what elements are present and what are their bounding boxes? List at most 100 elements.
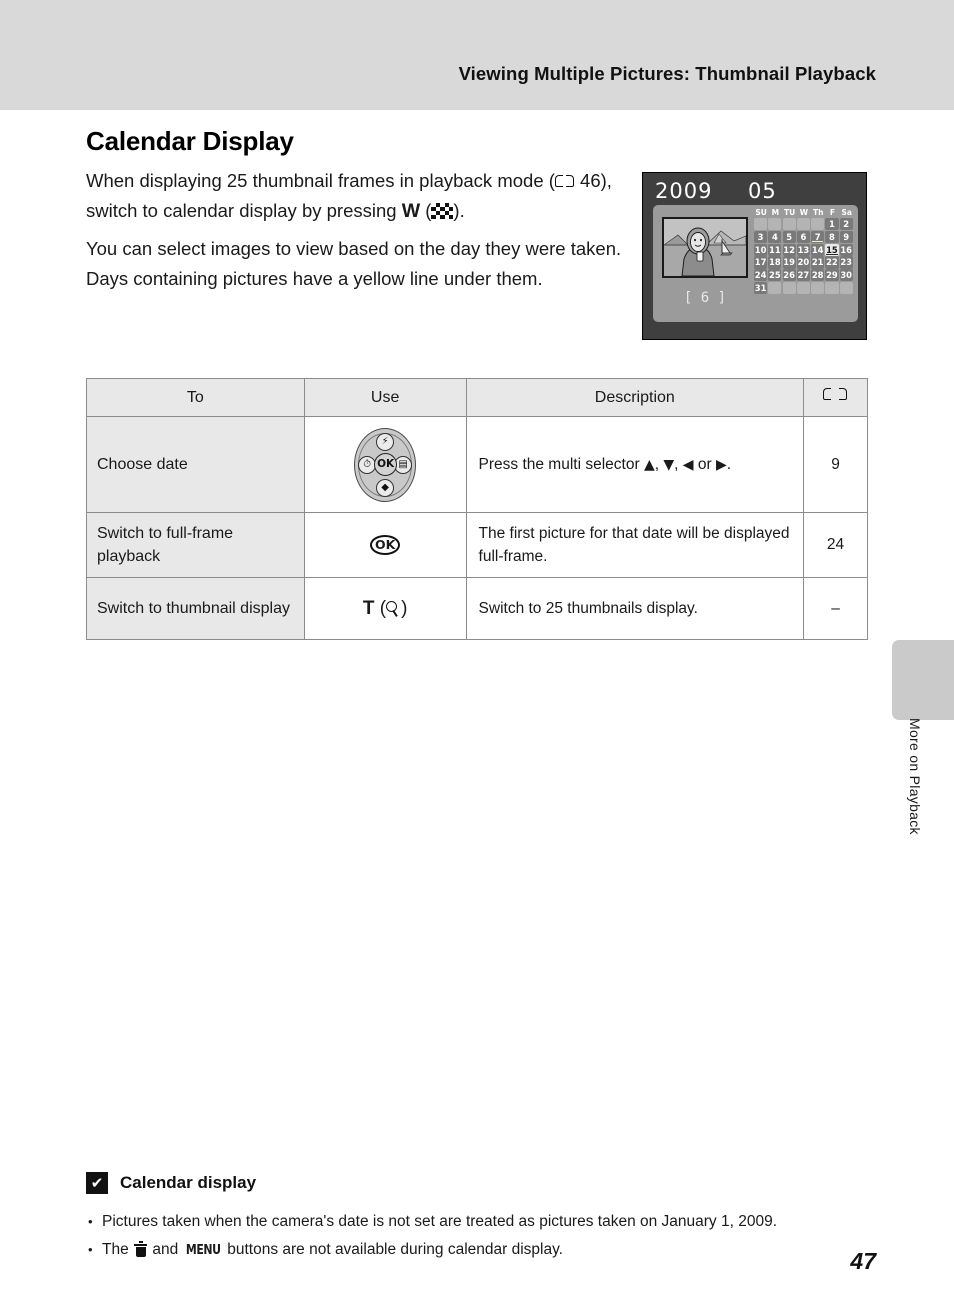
calendar-day-28[interactable]: 28 [811, 269, 825, 282]
calendar-day-empty [768, 218, 782, 231]
calendar-day-empty [754, 218, 768, 231]
row-thumbnail-control[interactable]: T () [303, 577, 467, 640]
ok-button-icon[interactable]: OK [374, 452, 398, 476]
calendar-day-16[interactable]: 16 [839, 243, 853, 256]
calendar-day-empty [782, 281, 796, 295]
calendar-day-31[interactable]: 31 [754, 281, 768, 295]
paren-close: ) [401, 597, 408, 619]
note-bullet-2: The and MENU buttons are not available d… [86, 1236, 876, 1264]
calendar-day-17[interactable]: 17 [754, 256, 768, 269]
calendar-day-10[interactable]: 10 [754, 243, 768, 256]
section-tab-label: More on Playback [907, 718, 923, 835]
calendar-day-empty [825, 281, 839, 295]
calendar-day-12[interactable]: 12 [782, 243, 796, 256]
calendar-day-29[interactable]: 29 [825, 269, 839, 282]
table-row: Switch to thumbnail display T () Switch … [86, 577, 868, 640]
calendar-day-14[interactable]: 14 [811, 243, 825, 256]
table-header-description: Description [465, 378, 805, 417]
dow-tu: TU [784, 208, 796, 217]
bullet2-and: and [148, 1241, 183, 1258]
calendar-day-11[interactable]: 11 [768, 243, 782, 256]
flash-button-icon[interactable]: ⚡ [376, 432, 395, 451]
row-thumbnail-reference: – [803, 577, 868, 640]
intro-p1-end: ). [453, 200, 465, 221]
row-choose-date-description: Press the multi selector ▲, ▼, ◀ or ▶. [465, 416, 805, 513]
calendar-day-empty [796, 218, 810, 231]
delete-trash-icon [134, 1241, 148, 1257]
calendar-day-8[interactable]: 8 [825, 230, 839, 243]
dow-sa: Sa [841, 208, 852, 217]
calendar-week-row: 10 11 12 13 14 15 16 [754, 243, 854, 256]
calendar-week-row: 12 [754, 218, 854, 231]
calendar-day-7[interactable]: 7 [811, 230, 825, 243]
calendar-day-23[interactable]: 23 [839, 256, 853, 269]
page-header-band: Viewing Multiple Pictures: Thumbnail Pla… [0, 0, 954, 110]
table-header-use: Use [303, 378, 467, 417]
calendar-day-30[interactable]: 30 [839, 269, 853, 282]
calendar-day-2[interactable]: 2 [839, 218, 853, 231]
calendar-day-20[interactable]: 20 [796, 256, 810, 269]
calendar-day-3[interactable]: 3 [754, 230, 768, 243]
calendar-day-22[interactable]: 22 [825, 256, 839, 269]
calendar-day-empty [796, 281, 810, 295]
page-title: Calendar Display [86, 126, 294, 156]
calendar-day-empty [782, 218, 796, 231]
row-choose-date-reference: 9 [803, 416, 868, 513]
ok-button-icon[interactable]: OK [369, 535, 401, 555]
calendar-day-26[interactable]: 26 [782, 269, 796, 282]
note-block: ✔ Calendar display Pictures taken when t… [86, 1172, 876, 1264]
calendar-day-21[interactable]: 21 [811, 256, 825, 269]
calendar-day-25[interactable]: 25 [768, 269, 782, 282]
arrow-down-icon: ▼ [663, 456, 675, 473]
table-row: Switch to full-frame playback OK The fir… [86, 512, 868, 578]
thumbnail-checkerboard-icon [431, 203, 454, 219]
intro-text-block: When displaying 25 thumbnail frames in p… [86, 166, 631, 298]
note-title: Calendar display [120, 1173, 257, 1192]
table-header-to: To [86, 378, 305, 417]
thumbnail-photo-artwork [664, 219, 746, 276]
row-choose-date-control[interactable]: ⚡ ⏱ ▤ ◆ OK [303, 416, 467, 513]
row-thumbnail-description: Switch to 25 thumbnails display. [465, 577, 805, 640]
dow-f: F [829, 208, 836, 217]
intro-paragraph-1: When displaying 25 thumbnail frames in p… [86, 170, 612, 222]
calendar-day-6[interactable]: 6 [796, 230, 810, 243]
calendar-year: 2009 [655, 179, 713, 203]
table-header-row: To Use Description [86, 378, 868, 417]
calendar-day-empty [768, 281, 782, 295]
row-full-frame-label: Switch to full-frame playback [86, 512, 305, 578]
intro-w-button-label: W [401, 200, 421, 222]
macro-button-icon[interactable]: ◆ [376, 478, 395, 497]
calendar-day-18[interactable]: 18 [768, 256, 782, 269]
calendar-month: 05 [748, 179, 777, 203]
camera-monitor-illustration: 2009 05 [ 6 ] SU M TU W Th F Sa 1 2 3 4 … [642, 172, 867, 340]
calendar-day-empty [839, 281, 853, 295]
table-row: Choose date ⚡ ⏱ ▤ ◆ OK Press the multi s… [86, 416, 868, 513]
caution-check-icon: ✔ [86, 1172, 108, 1194]
calendar-day-9[interactable]: 9 [839, 230, 853, 243]
calendar-panel: [ 6 ] SU M TU W Th F Sa 1 2 3 4 5 6 7 8 9 10 11 12 1… [653, 205, 858, 322]
calendar-day-4[interactable]: 4 [768, 230, 782, 243]
table-header-reference [803, 378, 868, 417]
calendar-week-row: 17 18 19 20 21 22 23 [754, 256, 854, 269]
book-reference-icon [554, 174, 574, 188]
calendar-day-1[interactable]: 1 [825, 218, 839, 231]
calendar-day-27[interactable]: 27 [796, 269, 810, 282]
desc-sep-2: , [674, 455, 683, 473]
calendar-grid[interactable]: SU M TU W Th F Sa 1 2 3 4 5 6 7 8 9 10 11 12 13 14 15 1… [754, 208, 854, 295]
arrow-left-icon: ◀ [682, 456, 694, 473]
calendar-day-empty [811, 281, 825, 295]
calendar-day-15[interactable]: 15 [825, 243, 839, 256]
row-full-frame-control[interactable]: OK [303, 512, 467, 578]
calendar-day-13[interactable]: 13 [796, 243, 810, 256]
calendar-day-19[interactable]: 19 [782, 256, 796, 269]
arrow-right-icon: ▶ [715, 456, 727, 473]
tele-zoom-control[interactable]: T () [363, 598, 408, 619]
calendar-day-5[interactable]: 5 [782, 230, 796, 243]
calendar-day-24[interactable]: 24 [754, 269, 768, 282]
desc-text-a: Press the multi selector [478, 455, 644, 473]
row-thumbnail-label: Switch to thumbnail display [86, 577, 305, 640]
intro-paragraph-2: You can select images to view based on t… [86, 238, 622, 289]
dow-w: W [799, 208, 809, 217]
running-title: Viewing Multiple Pictures: Thumbnail Pla… [458, 63, 876, 84]
multi-selector-icon[interactable]: ⚡ ⏱ ▤ ◆ OK [354, 427, 417, 502]
